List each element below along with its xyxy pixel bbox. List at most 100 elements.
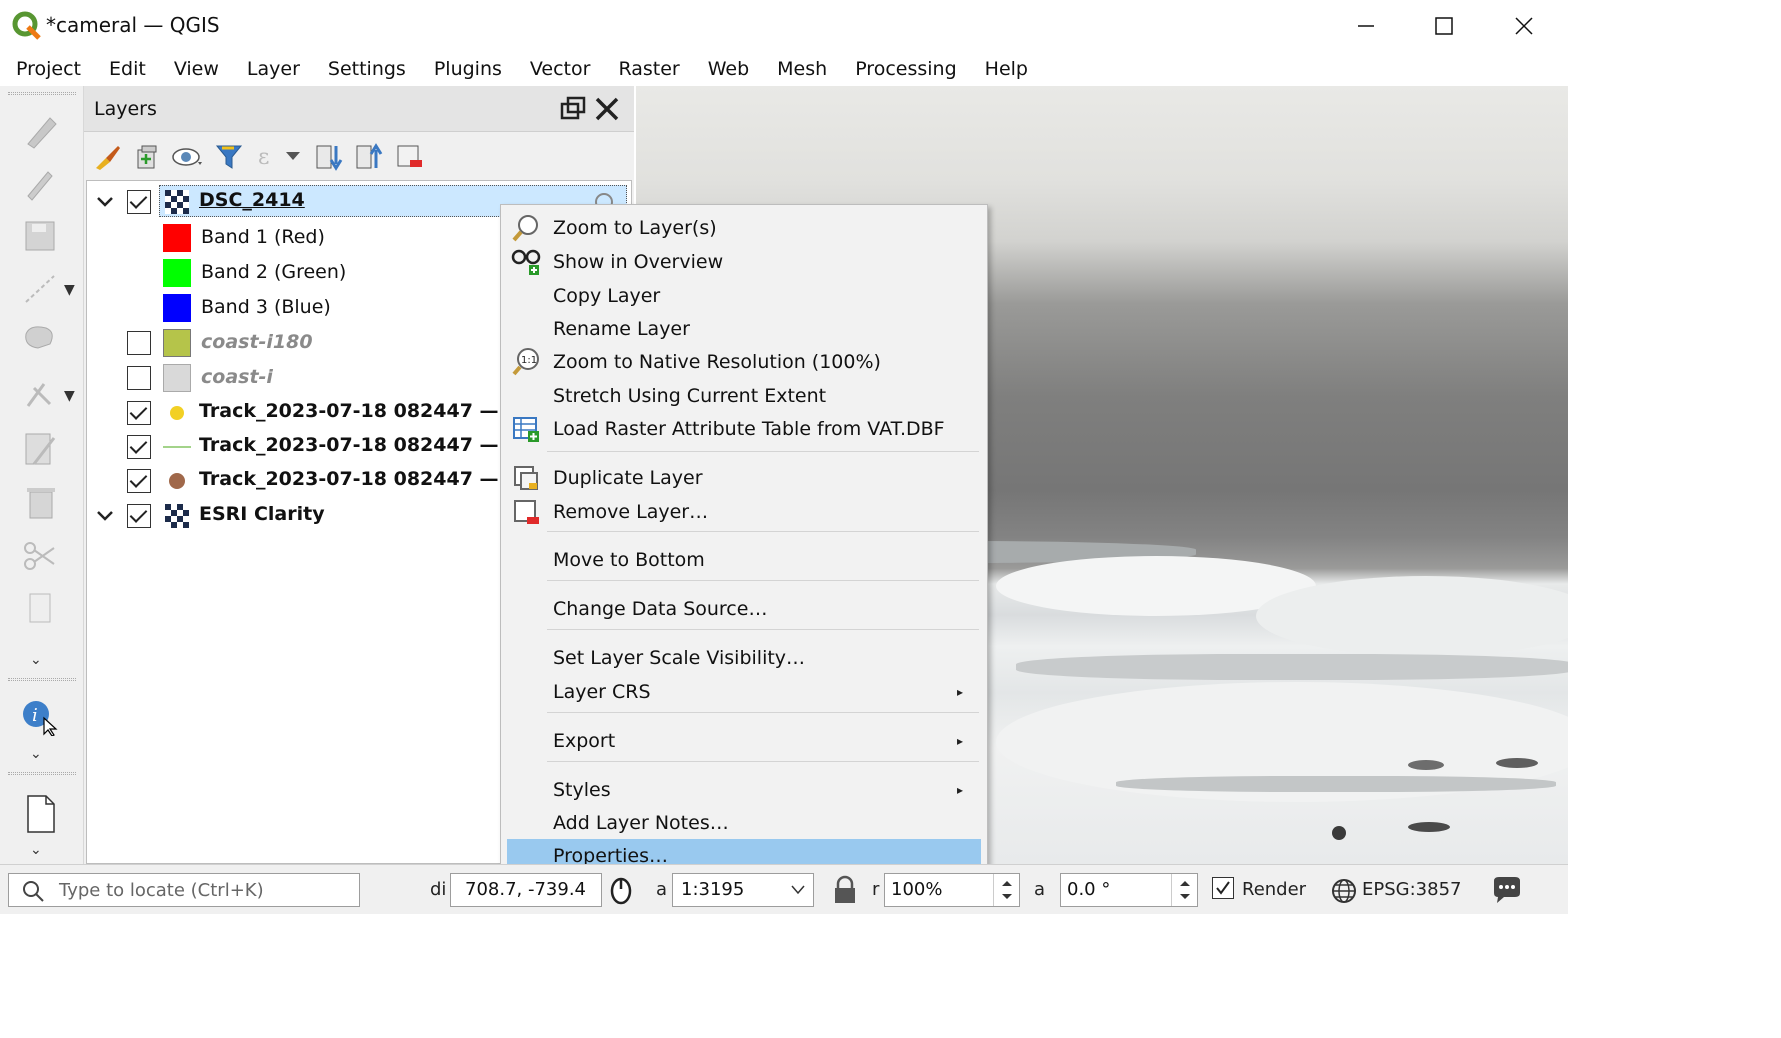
duplicate-layer-icon	[514, 466, 538, 490]
layer-name: Track_2023-07-18 082447 — tr	[199, 400, 524, 422]
spin-buttons[interactable]	[993, 874, 1019, 906]
pencil-icon	[27, 117, 57, 149]
render-checkbox[interactable]	[1212, 877, 1234, 899]
toggle-editing-button[interactable]	[16, 106, 64, 154]
locator-search-box[interactable]: Type to locate (Ctrl+K)	[8, 873, 360, 907]
menu-separator	[547, 531, 979, 532]
layer-visibility-checkbox[interactable]	[127, 190, 151, 214]
menu-styles[interactable]: Styles ▸	[507, 773, 981, 807]
modify-attributes-button[interactable]	[16, 424, 64, 472]
toolbar-grip[interactable]	[8, 678, 76, 681]
collapse-arrow-icon[interactable]	[95, 192, 115, 212]
scale-combobox[interactable]: 1:3195	[672, 873, 814, 907]
menu-settings[interactable]: Settings	[314, 53, 420, 85]
toolbar-grip[interactable]	[8, 92, 76, 95]
new-project-button[interactable]	[16, 790, 64, 838]
coordinate-field[interactable]: 708.7, -739.4	[450, 873, 602, 907]
menu-add-layer-notes[interactable]: Add Layer Notes…	[507, 806, 981, 840]
delete-selected-button[interactable]	[16, 478, 64, 526]
dropdown-arrow-icon[interactable]: ▼	[64, 388, 75, 404]
filter-legend-button[interactable]	[212, 140, 246, 174]
menu-view[interactable]: View	[160, 53, 233, 85]
menu-copy-layer[interactable]: Copy Layer	[507, 279, 981, 313]
menu-edit[interactable]: Edit	[95, 53, 160, 85]
close-window-button[interactable]	[1496, 6, 1552, 46]
layer-visibility-checkbox[interactable]	[127, 366, 151, 390]
add-line-icon	[25, 275, 55, 303]
menu-rename-layer[interactable]: Rename Layer	[507, 312, 981, 346]
point-symbol-icon	[170, 406, 184, 420]
maximize-button[interactable]	[1416, 6, 1472, 46]
expand-all-button[interactable]	[312, 140, 346, 174]
collapse-all-button[interactable]	[352, 140, 386, 174]
menu-layer-crs[interactable]: Layer CRS ▸	[507, 675, 981, 709]
menu-remove-layer[interactable]: Remove Layer…	[507, 495, 981, 529]
globe-crs-icon[interactable]	[1330, 877, 1358, 905]
menu-web[interactable]: Web	[694, 53, 763, 85]
menu-plugins[interactable]: Plugins	[420, 53, 516, 85]
style-manager-button[interactable]	[90, 140, 124, 174]
menu-stretch-current-extent[interactable]: Stretch Using Current Extent	[507, 379, 981, 413]
menu-show-in-overview[interactable]: Show in Overview	[507, 245, 981, 279]
layer-name: DSC_2414	[199, 189, 305, 211]
layer-visibility-checkbox[interactable]	[127, 435, 151, 459]
expand-toolbar-icon[interactable]: ⌄	[30, 746, 42, 762]
menu-set-scale-visibility[interactable]: Set Layer Scale Visibility…	[507, 641, 981, 675]
collapse-arrow-icon[interactable]	[95, 506, 115, 526]
expand-toolbar-icon[interactable]: ⌄	[30, 652, 42, 668]
manage-visibility-button[interactable]	[170, 140, 204, 174]
menu-project[interactable]: Project	[2, 53, 95, 85]
identify-features-button[interactable]: i	[16, 690, 64, 738]
float-panel-icon[interactable]	[558, 94, 588, 124]
menu-help[interactable]: Help	[971, 53, 1042, 85]
overview-glasses-icon	[511, 249, 541, 275]
menu-zoom-to-layer[interactable]: Zoom to Layer(s)	[507, 211, 981, 245]
digitize-line-button[interactable]	[16, 264, 64, 312]
menu-move-to-bottom[interactable]: Move to Bottom	[507, 543, 981, 577]
menu-mesh[interactable]: Mesh	[763, 53, 841, 85]
layer-name: ESRI Clarity	[199, 503, 325, 525]
save-edits-button[interactable]	[16, 212, 64, 260]
magnifier-spinbox[interactable]: 100%	[884, 873, 1020, 907]
toggle-extents-mouse-icon[interactable]	[604, 875, 638, 909]
remove-layer-button[interactable]	[392, 140, 426, 174]
checkmark-icon	[1216, 881, 1230, 895]
layer-visibility-checkbox[interactable]	[127, 504, 151, 528]
remove-layer-icon	[514, 500, 539, 524]
vertex-tool-button[interactable]	[16, 370, 64, 418]
menu-load-raster-attribute-table[interactable]: Load Raster Attribute Table from VAT.DBF	[507, 412, 981, 446]
dropdown-arrow-icon[interactable]: ▼	[64, 282, 75, 298]
messages-chat-icon[interactable]	[1490, 875, 1524, 907]
menu-export[interactable]: Export ▸	[507, 724, 981, 758]
add-group-icon	[137, 145, 157, 169]
layer-visibility-checkbox[interactable]	[127, 331, 151, 355]
filter-expression-button[interactable]: ε	[252, 140, 286, 174]
menu-vector[interactable]: Vector	[516, 53, 605, 85]
toolbar-grip[interactable]	[8, 772, 76, 775]
menu-change-data-source[interactable]: Change Data Source…	[507, 592, 981, 626]
close-panel-icon[interactable]	[592, 94, 622, 124]
add-group-button[interactable]	[130, 140, 164, 174]
menu-item-label: Rename Layer	[553, 318, 690, 340]
menu-zoom-native-resolution[interactable]: 1:1 Zoom to Native Resolution (100%)	[507, 345, 981, 379]
add-polygon-button[interactable]	[16, 316, 64, 364]
lock-scale-icon[interactable]	[832, 875, 858, 905]
minimize-button[interactable]	[1338, 6, 1394, 46]
menu-processing[interactable]: Processing	[841, 53, 970, 85]
seal	[1332, 826, 1346, 840]
copy-features-button[interactable]	[16, 584, 64, 632]
menu-raster[interactable]: Raster	[604, 53, 693, 85]
crs-label[interactable]: EPSG:3857	[1362, 879, 1461, 900]
layer-visibility-checkbox[interactable]	[127, 469, 151, 493]
menu-duplicate-layer[interactable]: Duplicate Layer	[507, 461, 981, 495]
layer-name: coast-i180	[201, 331, 313, 353]
rotation-spinbox[interactable]: 0.0 °	[1060, 873, 1198, 907]
filter-dropdown-button[interactable]	[282, 140, 304, 174]
layer-visibility-checkbox[interactable]	[127, 401, 151, 425]
current-edits-button[interactable]	[16, 158, 64, 206]
menu-item-label: Styles	[553, 779, 611, 801]
spin-buttons[interactable]	[1171, 874, 1197, 906]
expand-toolbar-icon[interactable]: ⌄	[30, 842, 42, 858]
menu-layer[interactable]: Layer	[233, 53, 314, 85]
cut-features-button[interactable]	[16, 532, 64, 580]
